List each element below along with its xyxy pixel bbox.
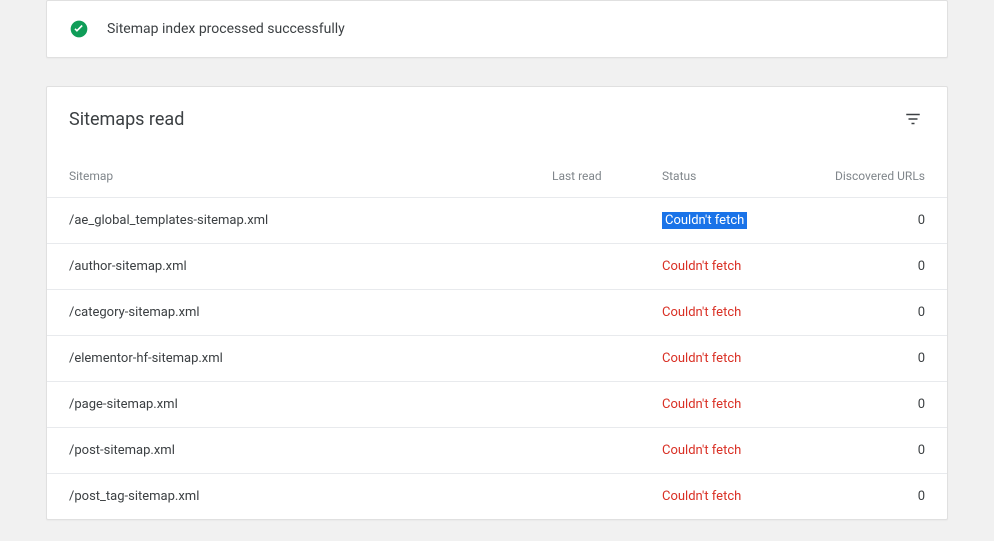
table-row[interactable]: /author-sitemap.xml Couldn't fetch0 [47,243,947,289]
status-value: Couldn't fetch [662,397,810,412]
table-body: /ae_global_templates-sitemap.xml Couldn't… [47,197,947,519]
sitemap-path: /post_tag-sitemap.xml [69,489,552,504]
table-header-row: Sitemap Last read Status Discovered URLs [47,141,947,197]
discovered-value: 0 [810,305,925,320]
success-check-icon [69,19,89,39]
sitemap-path: /page-sitemap.xml [69,397,552,412]
discovered-value: 0 [810,351,925,366]
success-banner: Sitemap index processed successfully [46,0,948,58]
discovered-value: 0 [810,443,925,458]
status-value: Couldn't fetch [662,305,810,320]
table-row[interactable]: /page-sitemap.xml Couldn't fetch0 [47,381,947,427]
header-status[interactable]: Status [662,169,810,183]
table-row[interactable]: /ae_global_templates-sitemap.xml Couldn't… [47,197,947,243]
status-value: Couldn't fetch [662,351,810,366]
sitemap-path: /category-sitemap.xml [69,305,552,320]
discovered-value: 0 [810,213,925,228]
discovered-value: 0 [810,397,925,412]
card-header: Sitemaps read [47,87,947,141]
discovered-value: 0 [810,259,925,274]
table-row[interactable]: /post_tag-sitemap.xml Couldn't fetch0 [47,473,947,519]
sitemaps-read-card: Sitemaps read Sitemap Last read Status D… [46,86,948,520]
card-title: Sitemaps read [69,109,184,130]
sitemap-path: /ae_global_templates-sitemap.xml [69,213,552,228]
sitemap-path: /post-sitemap.xml [69,443,552,458]
discovered-value: 0 [810,489,925,504]
header-sitemap[interactable]: Sitemap [69,169,552,183]
filter-icon[interactable] [901,107,925,131]
status-value: Couldn't fetch [662,213,810,228]
status-value: Couldn't fetch [662,443,810,458]
table-row[interactable]: /elementor-hf-sitemap.xml Couldn't fetch0 [47,335,947,381]
sitemap-path: /elementor-hf-sitemap.xml [69,351,552,366]
table-row[interactable]: /category-sitemap.xml Couldn't fetch0 [47,289,947,335]
sitemap-path: /author-sitemap.xml [69,259,552,274]
status-value: Couldn't fetch [662,489,810,504]
status-value: Couldn't fetch [662,259,810,274]
table-row[interactable]: /post-sitemap.xml Couldn't fetch0 [47,427,947,473]
header-last-read[interactable]: Last read [552,169,662,183]
header-discovered[interactable]: Discovered URLs [810,169,925,183]
banner-message: Sitemap index processed successfully [107,21,345,37]
